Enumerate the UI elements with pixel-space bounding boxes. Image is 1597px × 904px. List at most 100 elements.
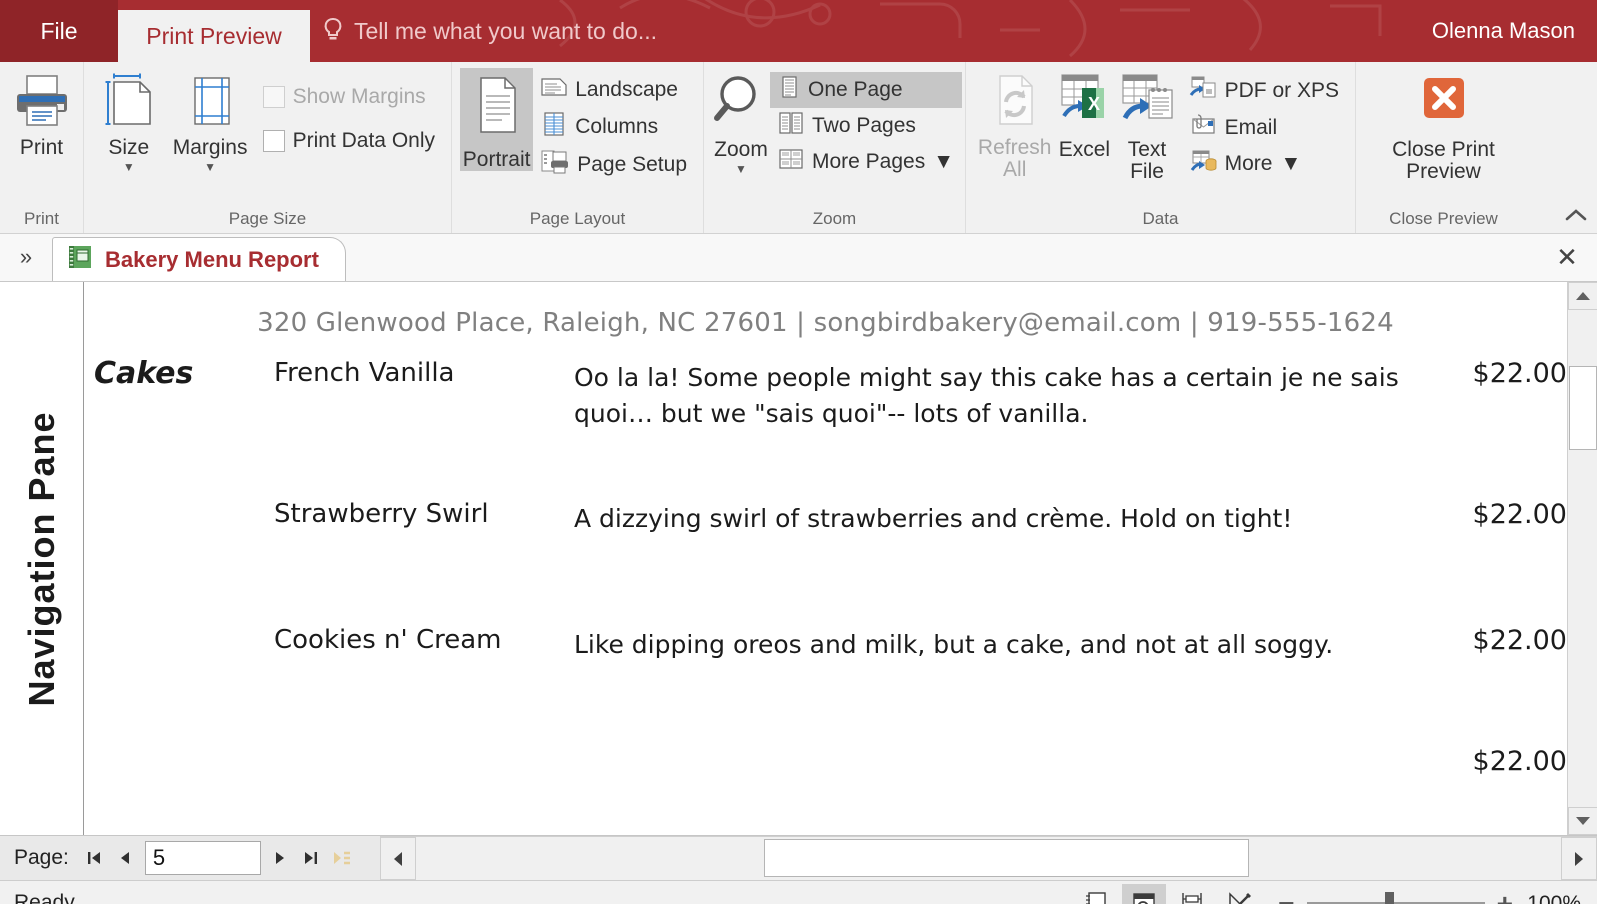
user-account[interactable]: Olenna Mason — [1432, 0, 1575, 62]
report-item-name — [274, 740, 574, 746]
new-record-icon[interactable] — [327, 838, 358, 878]
horizontal-scrollbar[interactable] — [380, 836, 1597, 880]
checkbox-box — [263, 86, 285, 108]
tab-file[interactable]: File — [0, 0, 118, 62]
tab-print-preview-label: Print Preview — [146, 23, 281, 50]
zoom-slider-thumb[interactable] — [1385, 892, 1394, 904]
page-number-input[interactable]: 5 — [145, 841, 261, 875]
print-button-label: Print — [20, 137, 63, 159]
vertical-scrollbar-thumb[interactable] — [1569, 366, 1597, 450]
next-record-icon[interactable] — [265, 838, 296, 878]
prev-record-icon[interactable] — [110, 838, 141, 878]
checkbox-box — [263, 130, 285, 152]
ribbon-group-print: Print Print — [0, 62, 84, 233]
scroll-down-icon[interactable] — [1568, 807, 1597, 835]
chevron-down-icon[interactable]: ▼ — [1280, 152, 1301, 176]
scroll-left-icon[interactable] — [380, 837, 416, 880]
show-margins-checkbox[interactable]: Show Margins — [255, 82, 443, 112]
chevron-down-icon[interactable]: ▼ — [933, 150, 954, 174]
page-setup-button[interactable]: Page Setup — [533, 146, 695, 184]
report-item-description: Oo la la! Some people might say this cak… — [574, 352, 1437, 431]
ribbon: Print Print — [0, 62, 1597, 234]
print-data-only-checkbox[interactable]: Print Data Only — [255, 126, 443, 156]
one-page-button[interactable]: One Page — [770, 72, 962, 108]
navigation-pane-collapsed[interactable]: Navigation Pane — [0, 282, 84, 835]
status-bar: Ready — [0, 880, 1597, 904]
report-row: Strawberry Swirl A dizzying swirl of str… — [84, 493, 1567, 537]
print-data-only-label: Print Data Only — [293, 129, 435, 153]
close-print-preview-label: Close Print Preview — [1374, 139, 1513, 183]
report-item-price: $22.00 — [1437, 352, 1567, 389]
design-view-icon[interactable] — [1218, 884, 1262, 904]
first-record-icon[interactable] — [79, 838, 110, 878]
vertical-scrollbar[interactable] — [1567, 282, 1597, 835]
close-icon[interactable]: ✕ — [1553, 244, 1581, 272]
document-tab-bakery-menu-report[interactable]: Bakery Menu Report — [52, 237, 346, 281]
horizontal-scrollbar-track[interactable] — [416, 837, 1561, 880]
main-area: Navigation Pane 320 Glenwood Place, Rale… — [0, 282, 1597, 835]
ribbon-group-data-title: Data — [966, 209, 1355, 233]
chevron-down-icon[interactable]: ▼ — [123, 161, 135, 173]
email-icon — [1189, 113, 1217, 143]
close-print-preview-button[interactable]: Close Print Preview — [1364, 68, 1523, 183]
page-navigator-label: Page: — [10, 846, 79, 870]
email-button[interactable]: Email — [1181, 110, 1347, 146]
columns-button[interactable]: Columns — [533, 108, 695, 146]
chevron-down-icon[interactable]: ▼ — [735, 163, 747, 175]
report-item-description: Like dipping oreos and milk, but a cake,… — [574, 619, 1437, 663]
chevron-up-icon[interactable] — [1563, 206, 1589, 229]
ribbon-group-page-size-title: Page Size — [84, 209, 451, 233]
scroll-right-icon[interactable] — [1561, 837, 1597, 880]
refresh-all-label: Refresh All — [978, 137, 1052, 181]
size-button[interactable]: Size ▼ — [92, 68, 166, 173]
zoom-button[interactable]: Zoom ▼ — [712, 68, 770, 175]
report-view-icon[interactable] — [1074, 884, 1118, 904]
ribbon-group-close-preview: Close Print Preview Close Preview — [1356, 62, 1531, 233]
one-page-label: One Page — [808, 78, 903, 102]
text-file-export-button[interactable]: Text File — [1113, 68, 1180, 183]
more-data-label: More — [1225, 152, 1273, 176]
more-data-button[interactable]: More ▼ — [1181, 146, 1347, 182]
layout-view-icon[interactable] — [1170, 884, 1214, 904]
horizontal-scrollbar-thumb[interactable] — [764, 839, 1249, 877]
last-record-icon[interactable] — [296, 838, 327, 878]
refresh-all-button[interactable]: Refresh All — [974, 68, 1055, 181]
pdf-or-xps-button[interactable]: PDF or XPS — [1181, 72, 1347, 110]
double-chevron-right-icon[interactable]: » — [0, 233, 52, 281]
tab-file-label: File — [40, 18, 77, 45]
title-bar: File Print Preview Tell me what you want… — [0, 0, 1597, 62]
close-x-icon — [1415, 72, 1473, 135]
chevron-down-icon[interactable]: ▼ — [204, 161, 216, 173]
more-pages-button[interactable]: More Pages ▼ — [770, 144, 962, 180]
landscape-icon — [541, 75, 567, 105]
two-pages-icon — [778, 111, 804, 141]
margins-button[interactable]: Margins ▼ — [166, 68, 255, 173]
tab-print-preview[interactable]: Print Preview — [118, 10, 310, 62]
ribbon-group-zoom-title: Zoom — [704, 209, 965, 233]
zoom-in-button[interactable]: + — [1497, 890, 1513, 904]
tell-me-label: Tell me what you want to do... — [354, 18, 657, 45]
ribbon-group-page-layout: Portrait Landscape — [452, 62, 704, 233]
access-print-preview-window: File Print Preview Tell me what you want… — [0, 0, 1597, 904]
report-preview-canvas[interactable]: 320 Glenwood Place, Raleigh, NC 27601 | … — [84, 282, 1567, 835]
report-contact-header: 320 Glenwood Place, Raleigh, NC 27601 | … — [84, 282, 1567, 338]
status-bar-right: − + 100% — [1074, 881, 1587, 904]
print-preview-icon[interactable] — [1122, 884, 1166, 904]
report-item-price: $22.00 — [1437, 619, 1567, 656]
show-margins-label: Show Margins — [293, 85, 426, 109]
portrait-button[interactable]: Portrait — [460, 68, 533, 171]
excel-icon: X — [1054, 72, 1114, 135]
report-item-name: French Vanilla — [274, 352, 574, 388]
ribbon-group-close-preview-title: Close Preview — [1356, 209, 1531, 233]
portrait-icon — [467, 72, 527, 145]
scroll-up-icon[interactable] — [1568, 282, 1597, 310]
report-item-price: $22.00 — [1437, 740, 1567, 777]
print-button[interactable]: Print — [8, 68, 75, 159]
landscape-button[interactable]: Landscape — [533, 72, 695, 108]
zoom-out-button[interactable]: − — [1278, 890, 1294, 904]
text-file-icon — [1117, 72, 1177, 135]
ribbon-group-print-title: Print — [0, 209, 83, 233]
two-pages-button[interactable]: Two Pages — [770, 108, 962, 144]
tell-me-search[interactable]: Tell me what you want to do... — [322, 0, 657, 62]
excel-export-button[interactable]: X Excel — [1055, 68, 1113, 161]
